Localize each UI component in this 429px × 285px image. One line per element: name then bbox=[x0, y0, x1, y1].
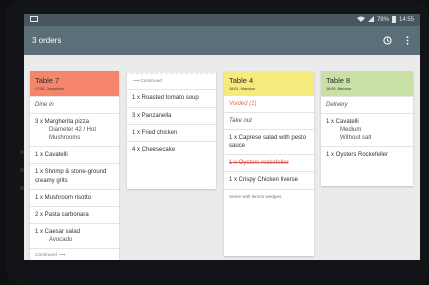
order-title: Table 7 bbox=[35, 76, 60, 85]
order-card-table-7[interactable]: Table 7 17:56, Josephine Dine in 3 x Mar… bbox=[30, 71, 119, 260]
order-header: Table 7 17:56, Josephine bbox=[30, 71, 119, 96]
item-modifier: Diameter 42 / Hot bbox=[49, 127, 97, 134]
order-type: Dine in bbox=[30, 96, 119, 113]
order-item[interactable]: 1 x Cavatelli Medium Without salt bbox=[321, 113, 413, 146]
continued-label: Continued ⟶ bbox=[30, 248, 119, 260]
order-item[interactable]: 2 x Pasta carbonara bbox=[30, 205, 119, 223]
battery-percent: 78% bbox=[376, 17, 389, 23]
order-subtitle: 18:06, Barbara bbox=[326, 87, 352, 91]
order-card-table-8[interactable]: Table 8 18:06, Barbara Delivery 1 x Cava… bbox=[321, 71, 413, 186]
order-item[interactable]: 3 x Panzanella bbox=[127, 106, 216, 124]
order-subtitle: 18:01, Manolos bbox=[229, 87, 255, 91]
item-label: 1 x Caesar salad bbox=[35, 228, 81, 235]
item-label: 3 x Margherita pizza bbox=[35, 119, 90, 126]
app-screen: 78% 14:55 3 orders Table 7 17:56, Joseph… bbox=[24, 14, 420, 260]
order-item[interactable]: 1 x Oysters Rockefeller bbox=[321, 146, 413, 163]
item-modifier: Without salt bbox=[340, 135, 372, 142]
order-type: Take out bbox=[224, 112, 314, 129]
battery-icon bbox=[391, 15, 396, 25]
orders-board: Table 7 17:56, Josephine Dine in 3 x Mar… bbox=[24, 55, 420, 260]
wifi-icon bbox=[356, 16, 365, 24]
order-item[interactable]: 1 x Roasted tomato soup bbox=[127, 89, 216, 106]
clock-time: 14:55 bbox=[398, 17, 414, 23]
item-modifier: Mushrooms bbox=[49, 135, 81, 142]
order-header: Table 8 18:06, Barbara bbox=[321, 71, 413, 96]
order-item[interactable]: 1 x Shrimp & stone-ground creamy grits bbox=[30, 163, 119, 188]
order-item[interactable]: 1 x Crispy Chicken liverse bbox=[224, 171, 314, 188]
order-title: Table 4 bbox=[229, 76, 254, 85]
ticket-tear-edge-top bbox=[127, 71, 216, 76]
order-card-table-4[interactable]: Table 4 18:01, Manolos Voided (1) Take o… bbox=[224, 71, 314, 256]
order-type: Delivery bbox=[321, 96, 413, 113]
page-title: 3 orders bbox=[32, 36, 62, 45]
signal-icon bbox=[367, 16, 374, 24]
order-header: Table 4 18:01, Manolos bbox=[224, 71, 314, 96]
item-modifier: Avocado bbox=[49, 236, 73, 243]
voided-count[interactable]: Voided (1) bbox=[224, 96, 314, 112]
order-item[interactable]: 3 x Margherita pizza Diameter 42 / Hot M… bbox=[30, 113, 119, 146]
clock-icon[interactable] bbox=[382, 36, 392, 46]
order-item[interactable]: 1 x Mushroom risotto bbox=[30, 188, 119, 206]
order-item[interactable]: 1 x Cavatelli bbox=[30, 146, 119, 163]
order-item[interactable]: 1 x Fried chicken bbox=[127, 123, 216, 141]
order-item[interactable]: 1 x Caprese salad with pesto sauce bbox=[224, 129, 314, 154]
order-subtitle: 17:56, Josephine bbox=[35, 87, 64, 91]
status-bar: 78% 14:55 bbox=[24, 14, 420, 26]
order-title: Table 8 bbox=[326, 76, 351, 85]
notification-icon bbox=[30, 16, 38, 24]
item-modifier: Medium bbox=[340, 127, 362, 134]
app-bar: 3 orders bbox=[24, 26, 420, 55]
order-item[interactable]: 1 x Caesar salad Avocado bbox=[30, 222, 119, 248]
item-label: 1 x Cavatelli bbox=[326, 119, 359, 126]
order-card-continued[interactable]: ⟶ Continued 1 x Roasted tomato soup 3 x … bbox=[127, 71, 216, 189]
more-vert-icon[interactable] bbox=[402, 36, 412, 46]
order-item[interactable]: 4 x Cheesecake bbox=[127, 140, 216, 158]
voided-order-item[interactable]: 1 x Oysters rockefeller bbox=[224, 154, 314, 171]
order-note: Serve with lemon wedges bbox=[224, 188, 314, 204]
